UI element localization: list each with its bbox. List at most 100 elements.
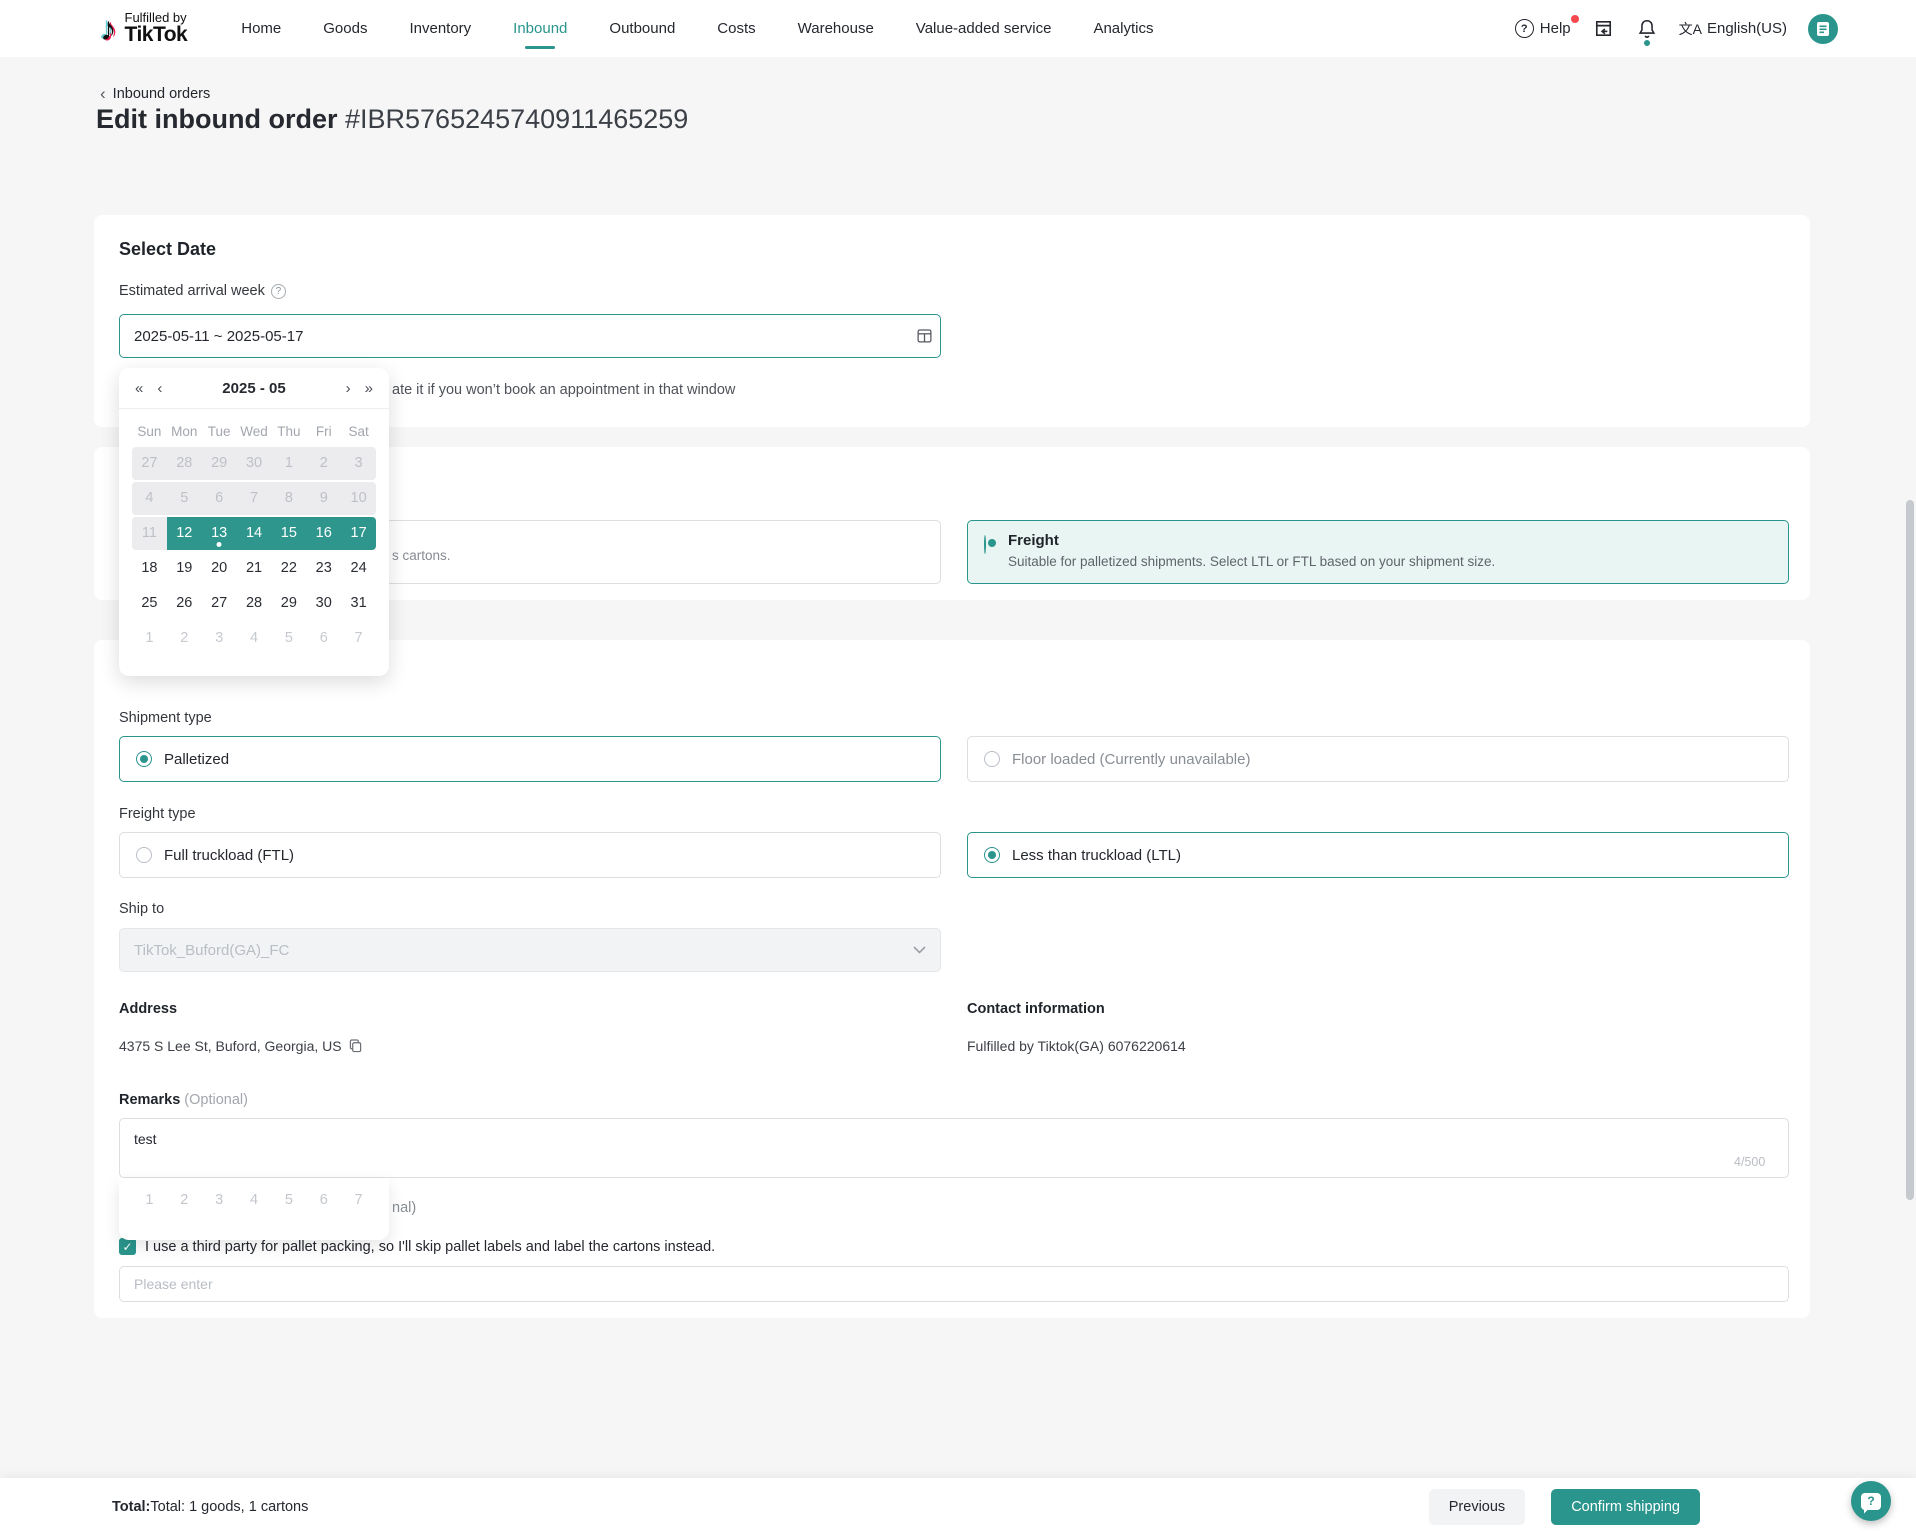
tooltip-question-icon[interactable]: ? [271, 284, 286, 299]
ltl-radio[interactable] [984, 847, 1000, 863]
floor-loaded-radio[interactable] [984, 751, 1000, 767]
calendar-day[interactable]: 4 [132, 482, 167, 515]
calendar-day[interactable]: 24 [341, 552, 376, 585]
nav-item-inbound[interactable]: Inbound [513, 0, 567, 57]
calendar-day[interactable]: 2 [306, 447, 341, 480]
calendar-day[interactable]: 5 [271, 622, 306, 655]
calendar-day[interactable]: 17 [341, 517, 376, 550]
next-year-icon[interactable]: » [365, 380, 373, 397]
nav-item-analytics[interactable]: Analytics [1093, 0, 1153, 57]
prev-month-icon[interactable]: ‹ [157, 380, 162, 397]
ship-to-select[interactable]: TikTok_Buford(GA)_FC [119, 928, 941, 972]
calendar-day[interactable]: 6 [306, 622, 341, 655]
freight-option[interactable]: Freight Suitable for palletized shipment… [967, 520, 1789, 584]
calendar-day[interactable]: 26 [167, 587, 202, 620]
remarks-textarea[interactable]: test [119, 1118, 1789, 1178]
calendar-day[interactable]: 6 [202, 482, 237, 515]
prev-year-icon[interactable]: « [135, 380, 143, 397]
calendar-day[interactable]: 20 [202, 552, 237, 585]
top-navigation: ♪ Fulfilled by TikTok Home Goods Invento… [0, 0, 1916, 57]
calendar-day[interactable]: 31 [341, 587, 376, 620]
calendar-day-today[interactable]: 13 [202, 517, 237, 550]
nav-item-costs[interactable]: Costs [717, 0, 755, 57]
floor-loaded-option[interactable]: Floor loaded (Currently unavailable) [967, 736, 1789, 782]
calendar-day[interactable]: 11 [132, 517, 167, 550]
help-button[interactable]: ? Help [1515, 19, 1571, 38]
calendar-day[interactable]: 1 [132, 622, 167, 655]
ltl-option[interactable]: Less than truckload (LTL) [967, 832, 1789, 878]
nav-item-goods[interactable]: Goods [323, 0, 367, 57]
nav-item-outbound[interactable]: Outbound [609, 0, 675, 57]
calendar-day[interactable]: 9 [306, 482, 341, 515]
calendar-day[interactable]: 1 [271, 447, 306, 480]
account-avatar[interactable] [1808, 14, 1838, 44]
palletized-option[interactable]: Palletized [119, 736, 941, 782]
calendar-day[interactable]: 4 [237, 622, 272, 655]
calendar-day[interactable]: 30 [237, 447, 272, 480]
calendar-day[interactable]: 29 [202, 447, 237, 480]
nav-item-inventory[interactable]: Inventory [409, 0, 471, 57]
breadcrumb-back[interactable]: ‹ Inbound orders [100, 84, 210, 104]
page-scrollbar-thumb[interactable] [1906, 500, 1914, 1200]
copy-icon[interactable] [349, 1039, 362, 1053]
calendar-day[interactable]: 22 [271, 552, 306, 585]
calendar-day[interactable]: 7 [341, 622, 376, 655]
third-party-checkbox-label: I use a third party for pallet packing, … [145, 1239, 715, 1255]
calendar-day[interactable]: 30 [306, 587, 341, 620]
artifact-day: 6 [306, 1184, 341, 1217]
calendar-day[interactable]: 2 [167, 622, 202, 655]
nav-item-warehouse[interactable]: Warehouse [798, 0, 874, 57]
appointment-input[interactable] [119, 1266, 1789, 1302]
total-value: Total: 1 goods, 1 cartons [150, 1499, 308, 1515]
calendar-day[interactable]: 14 [237, 517, 272, 550]
calendar-day[interactable]: 28 [167, 447, 202, 480]
calendar-day[interactable]: 12 [167, 517, 202, 550]
calendar-day[interactable]: 5 [167, 482, 202, 515]
notification-badge-dot [1644, 40, 1650, 46]
address-row: 4375 S Lee St, Buford, Georgia, US [119, 1038, 362, 1054]
calendar-day[interactable]: 19 [167, 552, 202, 585]
third-party-checkbox[interactable]: ✓ [119, 1238, 136, 1255]
confirm-shipping-button[interactable]: Confirm shipping [1551, 1489, 1700, 1525]
calendar-day[interactable]: 18 [132, 552, 167, 585]
calendar-day[interactable]: 29 [271, 587, 306, 620]
support-chat-button[interactable]: ? [1851, 1481, 1891, 1521]
day-name: Fri [306, 424, 341, 439]
nav-item-home[interactable]: Home [241, 0, 281, 57]
calendar-day[interactable]: 23 [306, 552, 341, 585]
next-month-icon[interactable]: › [346, 380, 351, 397]
palletized-radio[interactable] [136, 751, 152, 767]
chevron-down-icon [913, 946, 926, 954]
contact-value: Fulfilled by Tiktok(GA) 6076220614 [967, 1038, 1186, 1054]
calendar-day[interactable]: 27 [132, 447, 167, 480]
returns-icon[interactable] [1592, 17, 1615, 40]
calendar-day[interactable]: 8 [271, 482, 306, 515]
shipment-type-label: Shipment type [119, 710, 212, 726]
artifact-day: 2 [167, 1184, 202, 1217]
calendar-day[interactable]: 16 [306, 517, 341, 550]
calendar-day[interactable]: 3 [202, 622, 237, 655]
total-label: Total: [112, 1499, 150, 1515]
brand-line2: TikTok [125, 24, 188, 46]
ftl-radio[interactable] [136, 847, 152, 863]
previous-button[interactable]: Previous [1429, 1489, 1525, 1525]
artifact-day: 3 [202, 1184, 237, 1217]
calendar-day-names: Sun Mon Tue Wed Thu Fri Sat [119, 417, 389, 445]
nav-item-value-added-service[interactable]: Value-added service [916, 0, 1052, 57]
artifact-row: 1 2 3 4 5 6 7 [119, 1184, 389, 1217]
ftl-option[interactable]: Full truckload (FTL) [119, 832, 941, 878]
notifications-bell-icon[interactable] [1636, 18, 1658, 40]
day-name: Tue [202, 424, 237, 439]
language-selector[interactable]: 文A English(US) [1679, 19, 1787, 39]
calendar-day[interactable]: 27 [202, 587, 237, 620]
freight-radio[interactable] [984, 535, 986, 554]
calendar-day[interactable]: 21 [237, 552, 272, 585]
arrival-week-input[interactable] [119, 314, 941, 358]
calendar-day[interactable]: 7 [237, 482, 272, 515]
help-badge-dot [1571, 15, 1579, 23]
calendar-day[interactable]: 28 [237, 587, 272, 620]
calendar-day[interactable]: 10 [341, 482, 376, 515]
calendar-day[interactable]: 3 [341, 447, 376, 480]
calendar-day[interactable]: 25 [132, 587, 167, 620]
calendar-day[interactable]: 15 [271, 517, 306, 550]
